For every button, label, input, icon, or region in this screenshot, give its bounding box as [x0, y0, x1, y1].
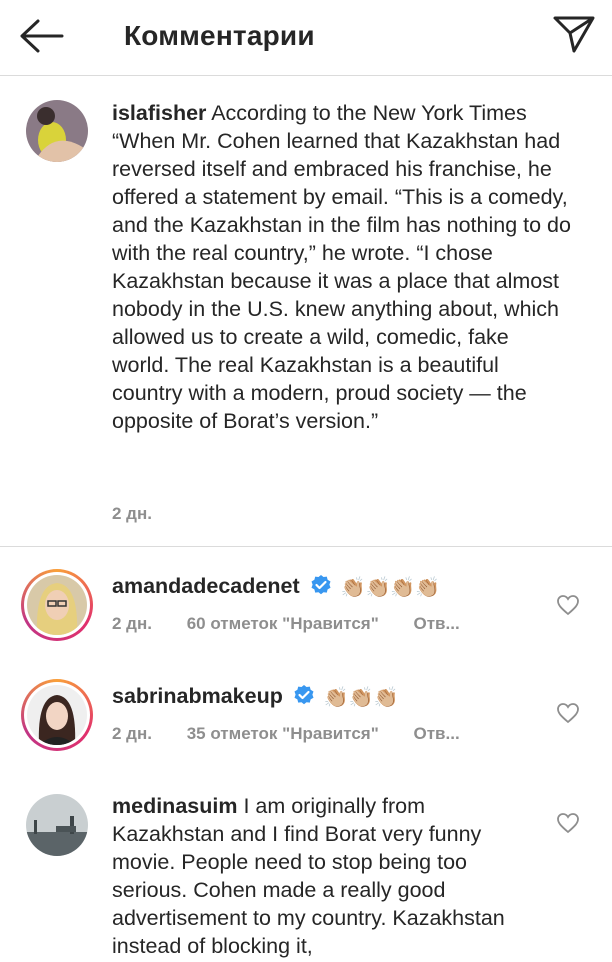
comment-time: 2 дн. [112, 724, 152, 743]
page-title: Комментарии [124, 20, 315, 51]
paper-plane-icon[interactable] [552, 14, 596, 54]
caption-body: According to the New York Times “When Mr… [112, 101, 571, 433]
comment-row: sabrinabmakeup 👏🏼👏🏼👏🏼 2 дн. 35 отметок "… [0, 670, 612, 770]
comment-body: sabrinabmakeup 👏🏼👏🏼👏🏼 [112, 682, 572, 712]
comment-row: amandadecadenet 👏🏼👏🏼👏🏼👏🏼 2 дн. 60 отмето… [0, 560, 612, 660]
avatar[interactable] [21, 569, 93, 641]
top-bar: Комментарии [0, 0, 612, 76]
comment-text: 👏🏼👏🏼👏🏼 [323, 687, 399, 709]
avatar[interactable] [21, 679, 93, 751]
comment-username[interactable]: amandadecadenet [112, 574, 300, 598]
avatar-photo [27, 575, 87, 635]
comment-row: medinasuim I am originally from Kazakhst… [0, 780, 612, 962]
verified-badge-icon [294, 685, 314, 705]
avatar[interactable] [26, 100, 88, 162]
comment-meta: 2 дн. 35 отметок "Нравится" Отв... [112, 724, 490, 744]
avatar[interactable] [26, 794, 88, 856]
comment-text: 👏🏼👏🏼👏🏼👏🏼 [340, 577, 441, 599]
arrow-left-icon[interactable] [18, 18, 64, 54]
caption-username[interactable]: islafisher [112, 101, 206, 125]
verified-badge-icon [311, 575, 331, 595]
comment-username[interactable]: sabrinabmakeup [112, 684, 283, 708]
heart-icon[interactable] [556, 702, 580, 724]
comment-body: medinasuim I am originally from Kazakhst… [112, 792, 532, 960]
avatar-photo [27, 685, 87, 745]
heart-icon[interactable] [556, 812, 580, 834]
comment-meta: 2 дн. 60 отметок "Нравится" Отв... [112, 614, 490, 634]
reply-button[interactable]: Отв... [414, 614, 460, 633]
comment-body: amandadecadenet 👏🏼👏🏼👏🏼👏🏼 [112, 572, 572, 602]
likes-count[interactable]: 60 отметок "Нравится" [187, 614, 379, 633]
comment-text: I am originally from Kazakhstan and I fi… [112, 794, 505, 958]
caption-meta: 2 дн. [112, 504, 182, 524]
comment-username[interactable]: medinasuim [112, 794, 237, 818]
avatar-photo [26, 100, 88, 162]
comment-time: 2 дн. [112, 614, 152, 633]
caption-time: 2 дн. [112, 504, 152, 523]
caption-text: islafisher According to the New York Tim… [112, 99, 572, 435]
post-caption: islafisher According to the New York Tim… [0, 76, 612, 547]
likes-count[interactable]: 35 отметок "Нравится" [187, 724, 379, 743]
avatar-photo [26, 794, 88, 856]
reply-button[interactable]: Отв... [414, 724, 460, 743]
heart-icon[interactable] [556, 594, 580, 616]
